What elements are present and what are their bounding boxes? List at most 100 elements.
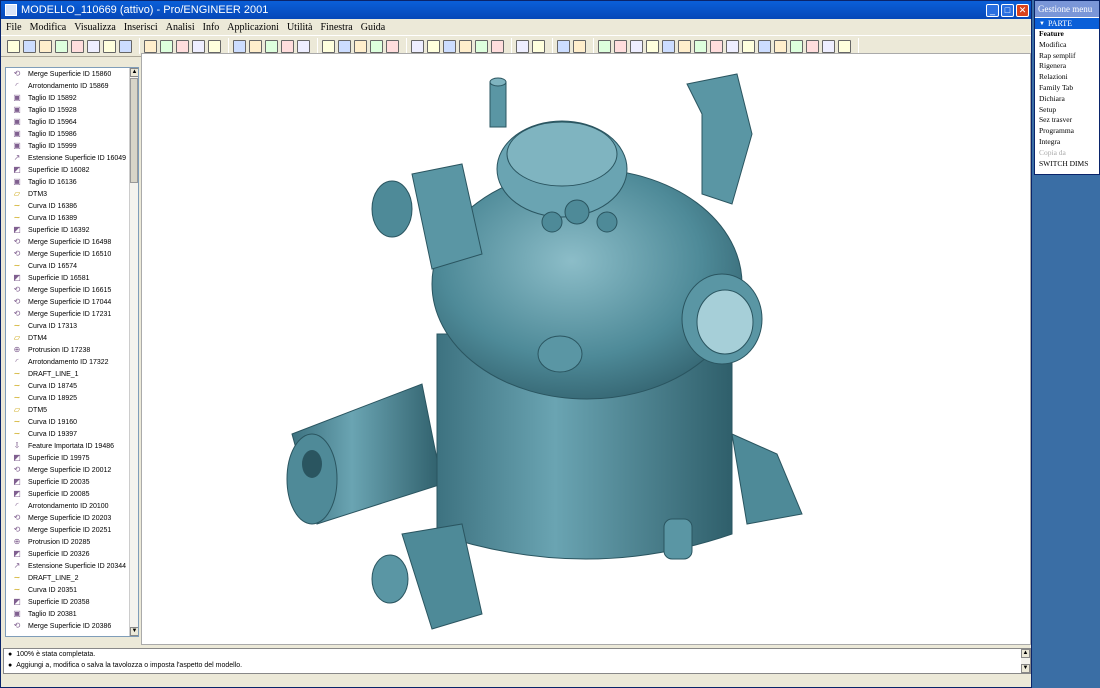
toolbar-button-icon[interactable] — [119, 39, 132, 53]
menu-1[interactable]: Modifica — [30, 22, 67, 33]
tree-item[interactable]: ◩ Superficie ID 20035 — [6, 476, 131, 488]
tree-item[interactable]: ◩ Superficie ID 16581 — [6, 272, 131, 284]
tree-item[interactable]: ∼ Curva ID 17313 — [6, 320, 131, 332]
toolbar-button-icon[interactable] — [23, 39, 36, 53]
tree-item[interactable]: ∼ DRAFT_LINE_2 — [6, 572, 131, 584]
scroll-up-arrow[interactable]: ▲ — [1021, 649, 1030, 658]
scroll-up-arrow[interactable]: ▲ — [130, 68, 138, 77]
toolbar-button-icon[interactable] — [662, 39, 675, 53]
tree-item[interactable]: ▣ Taglio ID 15986 — [6, 128, 131, 140]
toolbar-button-icon[interactable] — [532, 39, 545, 53]
menu-item[interactable]: Relazioni — [1035, 72, 1099, 83]
tree-item[interactable]: ▱ DTM3 — [6, 188, 131, 200]
toolbar-button-icon[interactable] — [491, 39, 504, 53]
toolbar-button-icon[interactable] — [370, 39, 383, 53]
tree-item[interactable]: ▱ DTM4 — [6, 332, 131, 344]
tree-scrollbar[interactable]: ▲ ▼ — [129, 68, 138, 636]
toolbar-button-icon[interactable] — [758, 39, 771, 53]
menu-7[interactable]: Utilità — [287, 22, 313, 33]
tree-item[interactable]: ⟲ Merge Superficie ID 20203 — [6, 512, 131, 524]
toolbar-button-icon[interactable] — [208, 39, 221, 53]
menu-item[interactable]: Sez trasver — [1035, 115, 1099, 126]
tree-item[interactable]: ∼ Curva ID 18925 — [6, 392, 131, 404]
tree-item[interactable]: ∼ Curva ID 16389 — [6, 212, 131, 224]
toolbar-button-icon[interactable] — [354, 39, 367, 53]
menu-3[interactable]: Inserisci — [124, 22, 158, 33]
menu-item[interactable]: Feature — [1035, 29, 1099, 40]
tree-item[interactable]: ∼ Curva ID 16386 — [6, 200, 131, 212]
toolbar-button-icon[interactable] — [265, 39, 278, 53]
toolbar-button-icon[interactable] — [338, 39, 351, 53]
tree-item[interactable]: ⟲ Merge Superficie ID 15860 — [6, 68, 131, 80]
scroll-down-arrow[interactable]: ▼ — [130, 627, 138, 636]
tree-item[interactable]: ∼ Curva ID 19160 — [6, 416, 131, 428]
toolbar-button-icon[interactable] — [443, 39, 456, 53]
tree-item[interactable]: ∼ Curva ID 19397 — [6, 428, 131, 440]
tree-item[interactable]: ▣ Taglio ID 15999 — [6, 140, 131, 152]
toolbar-button-icon[interactable] — [427, 39, 440, 53]
toolbar-button-icon[interactable] — [838, 39, 851, 53]
tree-item[interactable]: ▱ DTM5 — [6, 404, 131, 416]
toolbar-button-icon[interactable] — [557, 39, 570, 53]
graphics-viewport[interactable] — [141, 53, 1031, 645]
menu-6[interactable]: Applicazioni — [227, 22, 279, 33]
toolbar-button-icon[interactable] — [386, 39, 399, 53]
tree-item[interactable]: ⊕ Protrusion ID 20285 — [6, 536, 131, 548]
tree-item[interactable]: ∼ DRAFT_LINE_1 — [6, 368, 131, 380]
tree-item[interactable]: ▣ Taglio ID 15964 — [6, 116, 131, 128]
toolbar-button-icon[interactable] — [774, 39, 787, 53]
scroll-down-arrow[interactable]: ▼ — [1021, 664, 1030, 673]
tree-item[interactable]: ⟲ Merge Superficie ID 20012 — [6, 464, 131, 476]
toolbar-button-icon[interactable] — [7, 39, 20, 53]
toolbar-button-icon[interactable] — [192, 39, 205, 53]
toolbar-button-icon[interactable] — [281, 39, 294, 53]
menu-item[interactable]: Dichiara — [1035, 94, 1099, 105]
toolbar-button-icon[interactable] — [249, 39, 262, 53]
message-scrollbar[interactable]: ▲ ▼ — [1021, 649, 1030, 673]
menu-0[interactable]: File — [6, 22, 22, 33]
toolbar-button-icon[interactable] — [322, 39, 335, 53]
toolbar-button-icon[interactable] — [726, 39, 739, 53]
tree-item[interactable]: ▣ Taglio ID 15928 — [6, 104, 131, 116]
menu-item[interactable]: Rap semplif — [1035, 51, 1099, 62]
tree-item[interactable]: ⇩ Feature Importata ID 19486 — [6, 440, 131, 452]
tree-item[interactable]: ▣ Taglio ID 15892 — [6, 92, 131, 104]
minimize-button[interactable]: _ — [986, 3, 999, 17]
toolbar-button-icon[interactable] — [176, 39, 189, 53]
toolbar-button-icon[interactable] — [160, 39, 173, 53]
tree-item[interactable]: ▣ Taglio ID 16136 — [6, 176, 131, 188]
menu-8[interactable]: Finestra — [321, 22, 353, 33]
menu-item[interactable]: Rigenera — [1035, 61, 1099, 72]
menu-item[interactable]: Family Tab — [1035, 83, 1099, 94]
menu-item[interactable]: SWITCH DIMS — [1035, 159, 1099, 170]
menu-item[interactable]: Programma — [1035, 126, 1099, 137]
toolbar-button-icon[interactable] — [516, 39, 529, 53]
tree-item[interactable]: ↗ Estensione Superficie ID 20344 — [6, 560, 131, 572]
tree-item[interactable]: ∼ Curva ID 20351 — [6, 584, 131, 596]
menu-section-parte[interactable]: ▼ PARTE — [1035, 18, 1099, 29]
tree-item[interactable]: ⟲ Merge Superficie ID 20386 — [6, 620, 131, 632]
toolbar-button-icon[interactable] — [678, 39, 691, 53]
tree-item[interactable]: ↗ Estensione Superficie ID 16049 — [6, 152, 131, 164]
toolbar-button-icon[interactable] — [144, 39, 157, 53]
toolbar-button-icon[interactable] — [39, 39, 52, 53]
tree-item[interactable]: ◩ Superficie ID 20326 — [6, 548, 131, 560]
tree-item[interactable]: ◩ Superficie ID 20085 — [6, 488, 131, 500]
toolbar-button-icon[interactable] — [630, 39, 643, 53]
toolbar-button-icon[interactable] — [806, 39, 819, 53]
tree-item[interactable]: ⟲ Merge Superficie ID 20251 — [6, 524, 131, 536]
toolbar-button-icon[interactable] — [411, 39, 424, 53]
toolbar-button-icon[interactable] — [710, 39, 723, 53]
tree-item[interactable]: ◩ Superficie ID 19975 — [6, 452, 131, 464]
toolbar-button-icon[interactable] — [475, 39, 488, 53]
tree-item[interactable]: ◜ Arrotondamento ID 17322 — [6, 356, 131, 368]
maximize-button[interactable]: □ — [1001, 3, 1014, 17]
menu-5[interactable]: Info — [203, 22, 220, 33]
toolbar-button-icon[interactable] — [71, 39, 84, 53]
tree-item[interactable]: ◜ Arrotondamento ID 15869 — [6, 80, 131, 92]
toolbar-button-icon[interactable] — [822, 39, 835, 53]
model-tree[interactable]: ⟲ Merge Superficie ID 15860 ◜ Arrotondament… — [5, 67, 139, 637]
tree-item[interactable]: ◩ Superficie ID 16082 — [6, 164, 131, 176]
toolbar-button-icon[interactable] — [614, 39, 627, 53]
toolbar-button-icon[interactable] — [598, 39, 611, 53]
